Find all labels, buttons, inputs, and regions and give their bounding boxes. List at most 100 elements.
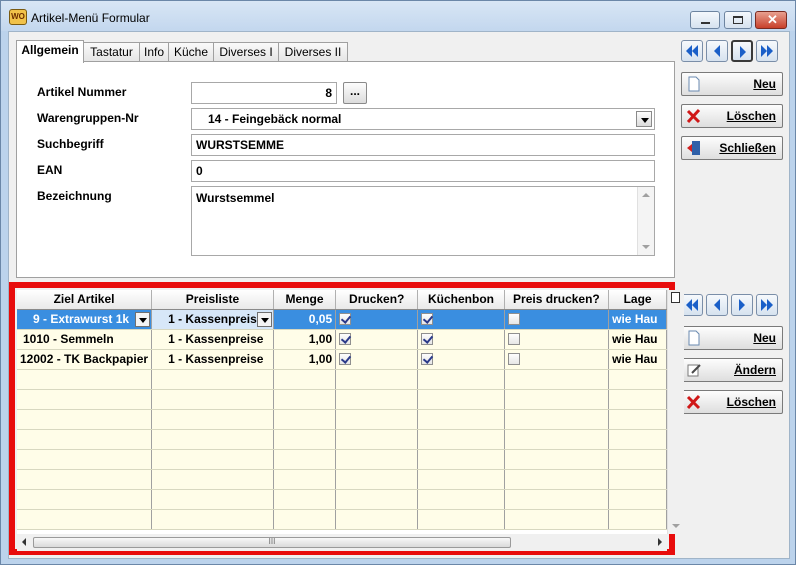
empty-cell[interactable]: [608, 369, 667, 390]
empty-cell[interactable]: [335, 369, 419, 390]
preis-drucken-checkbox[interactable]: [507, 313, 520, 325]
suchbegriff-field[interactable]: WURSTSEMME: [191, 134, 655, 156]
empty-cell[interactable]: [504, 449, 610, 470]
empty-cell[interactable]: [335, 389, 419, 410]
cell-lage[interactable]: wie Hau: [608, 329, 667, 350]
cell-lage[interactable]: wie Hau: [608, 309, 667, 330]
table-row[interactable]: 1010 - Semmeln 1 - Kassenpreise 1,00 wie…: [17, 329, 667, 350]
empty-cell[interactable]: [17, 489, 153, 510]
empty-cell[interactable]: [335, 429, 419, 450]
empty-cell[interactable]: [273, 469, 337, 490]
empty-cell[interactable]: [17, 429, 153, 450]
empty-cell[interactable]: [17, 449, 153, 470]
cell-preisliste[interactable]: 1 - Kassenpreise: [151, 329, 274, 350]
col-header-kuechenbon[interactable]: Küchenbon: [417, 290, 505, 310]
cell-ziel-artikel[interactable]: 12002 - TK Backpapier: [17, 349, 153, 370]
nav-first-button[interactable]: [681, 40, 703, 62]
empty-cell[interactable]: [608, 509, 667, 530]
empty-cell[interactable]: [504, 389, 610, 410]
col-header-preisliste[interactable]: Preisliste: [151, 290, 274, 310]
scroll-up-icon[interactable]: [642, 193, 650, 197]
cell-ziel-artikel[interactable]: 9 - Extrawurst 1k: [17, 309, 153, 330]
empty-cell[interactable]: [335, 509, 419, 530]
grid-vertical-scrollbar[interactable]: [667, 290, 684, 534]
tab-tastatur[interactable]: Tastatur: [83, 42, 140, 62]
bezeichnung-scrollbar[interactable]: [637, 187, 654, 255]
tab-kueche[interactable]: Küche: [168, 42, 214, 62]
empty-cell[interactable]: [17, 469, 153, 490]
drucken-checkbox[interactable]: [339, 333, 352, 345]
empty-cell[interactable]: [17, 369, 153, 390]
artikel-nummer-field[interactable]: 8: [191, 82, 337, 104]
empty-cell[interactable]: [504, 489, 610, 510]
kuechenbon-checkbox[interactable]: [421, 313, 434, 325]
empty-cell[interactable]: [151, 449, 274, 470]
grid-nav-first-button[interactable]: [681, 294, 703, 316]
col-header-menge[interactable]: Menge: [273, 290, 337, 310]
cell-kuechenbon[interactable]: [417, 349, 505, 370]
cell-drucken[interactable]: [335, 309, 419, 330]
table-row[interactable]: 9 - Extrawurst 1k 1 - Kassenpreis 0,05 w…: [17, 309, 667, 330]
cell-drucken[interactable]: [335, 349, 419, 370]
empty-cell[interactable]: [335, 469, 419, 490]
cell-preisliste[interactable]: 1 - Kassenpreise: [151, 349, 274, 370]
cell-menge[interactable]: 1,00: [273, 349, 337, 370]
scroll-left-icon[interactable]: [22, 538, 26, 546]
bezeichnung-field[interactable]: Wurstsemmel: [191, 186, 655, 256]
ean-field[interactable]: 0: [191, 160, 655, 182]
empty-cell[interactable]: [17, 389, 153, 410]
empty-table-row[interactable]: [17, 389, 667, 410]
empty-cell[interactable]: [151, 389, 274, 410]
empty-cell[interactable]: [608, 449, 667, 470]
kuechenbon-checkbox[interactable]: [421, 353, 434, 365]
empty-cell[interactable]: [151, 429, 274, 450]
empty-cell[interactable]: [151, 489, 274, 510]
scroll-down-icon[interactable]: [642, 245, 650, 249]
grid-nav-prev-button[interactable]: [706, 294, 728, 316]
empty-table-row[interactable]: [17, 369, 667, 390]
nav-last-button[interactable]: [756, 40, 778, 62]
minimize-button[interactable]: [690, 11, 720, 29]
kuechenbon-checkbox[interactable]: [421, 333, 434, 345]
cell-ziel-artikel[interactable]: 1010 - Semmeln: [17, 329, 153, 350]
chevron-down-icon[interactable]: [256, 311, 272, 327]
tab-allgemein[interactable]: Allgemein: [16, 40, 84, 63]
empty-cell[interactable]: [151, 469, 274, 490]
empty-cell[interactable]: [504, 409, 610, 430]
empty-cell[interactable]: [273, 409, 337, 430]
empty-cell[interactable]: [417, 469, 505, 490]
empty-table-row[interactable]: [17, 469, 667, 490]
empty-cell[interactable]: [417, 429, 505, 450]
chevron-down-icon[interactable]: [636, 111, 652, 127]
empty-cell[interactable]: [151, 509, 274, 530]
chevron-down-icon[interactable]: [135, 311, 151, 327]
grid-loeschen-button[interactable]: Löschen: [681, 390, 783, 414]
cell-preis-drucken[interactable]: [504, 349, 610, 370]
grid-neu-button[interactable]: Neu: [681, 326, 783, 350]
empty-cell[interactable]: [417, 369, 505, 390]
preis-drucken-checkbox[interactable]: [507, 333, 520, 345]
empty-cell[interactable]: [417, 449, 505, 470]
empty-cell[interactable]: [504, 369, 610, 390]
grid-nav-last-button[interactable]: [756, 294, 778, 316]
cell-drucken[interactable]: [335, 329, 419, 350]
empty-cell[interactable]: [151, 369, 274, 390]
empty-cell[interactable]: [335, 409, 419, 430]
empty-cell[interactable]: [417, 489, 505, 510]
grid-aendern-button[interactable]: Ändern: [681, 358, 783, 382]
horizontal-scroll-thumb[interactable]: III: [33, 537, 511, 548]
empty-cell[interactable]: [273, 389, 337, 410]
empty-cell[interactable]: [17, 509, 153, 530]
warengruppe-select[interactable]: 14 - Feingebäck normal: [191, 108, 655, 130]
empty-cell[interactable]: [417, 409, 505, 430]
schliessen-button[interactable]: Schließen: [681, 136, 783, 160]
col-header-ziel-artikel[interactable]: Ziel Artikel: [17, 290, 153, 310]
empty-cell[interactable]: [335, 489, 419, 510]
cell-preis-drucken[interactable]: [504, 329, 610, 350]
empty-cell[interactable]: [608, 489, 667, 510]
grid-horizontal-scrollbar[interactable]: III: [17, 534, 667, 551]
scroll-down-icon[interactable]: [672, 524, 680, 528]
maximize-button[interactable]: [724, 11, 752, 29]
col-header-lage[interactable]: Lage: [608, 290, 667, 310]
empty-table-row[interactable]: [17, 449, 667, 470]
